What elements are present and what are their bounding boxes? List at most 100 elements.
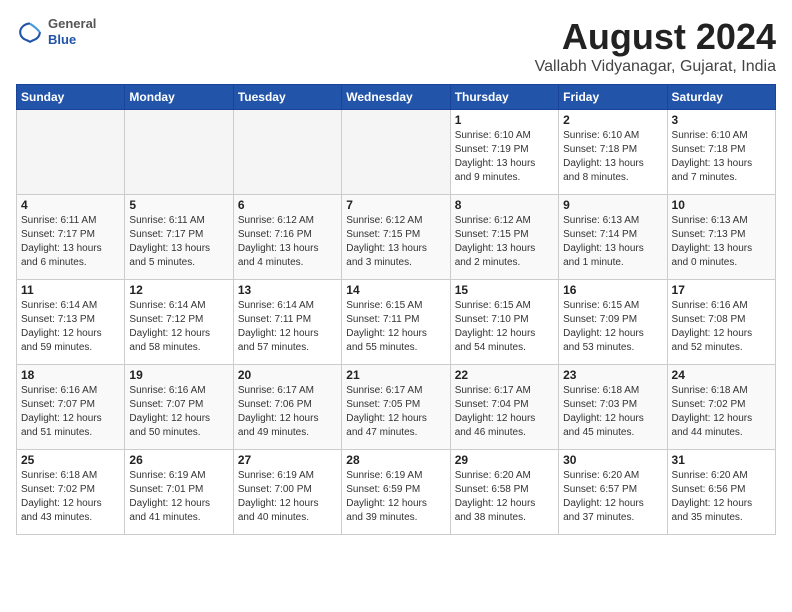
weekday-header-friday: Friday bbox=[559, 85, 667, 110]
day-info: Sunrise: 6:19 AM Sunset: 6:59 PM Dayligh… bbox=[346, 469, 445, 525]
day-info: Sunrise: 6:16 AM Sunset: 7:07 PM Dayligh… bbox=[129, 384, 228, 440]
calendar-cell: 15 Sunrise: 6:15 AM Sunset: 7:10 PM Dayli… bbox=[450, 280, 558, 365]
month-title: August 2024 bbox=[535, 16, 776, 58]
calendar-cell: 1 Sunrise: 6:10 AM Sunset: 7:19 PM Daylig… bbox=[450, 110, 558, 195]
day-number: 12 bbox=[129, 283, 228, 297]
day-number: 1 bbox=[455, 113, 554, 127]
weekday-header-saturday: Saturday bbox=[667, 85, 775, 110]
weekday-header-wednesday: Wednesday bbox=[342, 85, 450, 110]
day-info: Sunrise: 6:15 AM Sunset: 7:11 PM Dayligh… bbox=[346, 299, 445, 355]
calendar-cell: 12 Sunrise: 6:14 AM Sunset: 7:12 PM Dayli… bbox=[125, 280, 233, 365]
day-info: Sunrise: 6:15 AM Sunset: 7:10 PM Dayligh… bbox=[455, 299, 554, 355]
day-info: Sunrise: 6:16 AM Sunset: 7:07 PM Dayligh… bbox=[21, 384, 120, 440]
day-info: Sunrise: 6:18 AM Sunset: 7:03 PM Dayligh… bbox=[563, 384, 662, 440]
day-number: 29 bbox=[455, 453, 554, 467]
day-info: Sunrise: 6:11 AM Sunset: 7:17 PM Dayligh… bbox=[21, 214, 120, 270]
day-number: 30 bbox=[563, 453, 662, 467]
calendar-cell bbox=[125, 110, 233, 195]
day-number: 28 bbox=[346, 453, 445, 467]
logo-general-text: General bbox=[48, 16, 96, 32]
calendar-cell: 6 Sunrise: 6:12 AM Sunset: 7:16 PM Daylig… bbox=[233, 195, 341, 280]
day-number: 6 bbox=[238, 198, 337, 212]
calendar-cell bbox=[233, 110, 341, 195]
calendar-cell: 29 Sunrise: 6:20 AM Sunset: 6:58 PM Dayli… bbox=[450, 450, 558, 535]
calendar-cell bbox=[342, 110, 450, 195]
calendar-cell: 24 Sunrise: 6:18 AM Sunset: 7:02 PM Dayli… bbox=[667, 365, 775, 450]
day-info: Sunrise: 6:17 AM Sunset: 7:04 PM Dayligh… bbox=[455, 384, 554, 440]
calendar-cell: 31 Sunrise: 6:20 AM Sunset: 6:56 PM Dayli… bbox=[667, 450, 775, 535]
day-number: 15 bbox=[455, 283, 554, 297]
day-info: Sunrise: 6:10 AM Sunset: 7:18 PM Dayligh… bbox=[563, 129, 662, 185]
logo-icon bbox=[16, 18, 44, 46]
day-info: Sunrise: 6:15 AM Sunset: 7:09 PM Dayligh… bbox=[563, 299, 662, 355]
day-number: 14 bbox=[346, 283, 445, 297]
calendar-cell: 20Sunrise: 6:17 AM Sunset: 7:06 PM Dayli… bbox=[233, 365, 341, 450]
day-number: 27 bbox=[238, 453, 337, 467]
calendar-cell: 28 Sunrise: 6:19 AM Sunset: 6:59 PM Dayli… bbox=[342, 450, 450, 535]
weekday-header-row: SundayMondayTuesdayWednesdayThursdayFrid… bbox=[17, 85, 776, 110]
day-number: 7 bbox=[346, 198, 445, 212]
calendar-cell: 21Sunrise: 6:17 AM Sunset: 7:05 PM Dayli… bbox=[342, 365, 450, 450]
day-info: Sunrise: 6:19 AM Sunset: 7:00 PM Dayligh… bbox=[238, 469, 337, 525]
day-number: 31 bbox=[672, 453, 771, 467]
calendar-cell bbox=[17, 110, 125, 195]
week-row-1: 1 Sunrise: 6:10 AM Sunset: 7:19 PM Daylig… bbox=[17, 110, 776, 195]
title-area: August 2024 Vallabh Vidyanagar, Gujarat,… bbox=[535, 16, 776, 76]
day-info: Sunrise: 6:11 AM Sunset: 7:17 PM Dayligh… bbox=[129, 214, 228, 270]
calendar-cell: 3Sunrise: 6:10 AM Sunset: 7:18 PM Daylig… bbox=[667, 110, 775, 195]
calendar-cell: 11Sunrise: 6:14 AM Sunset: 7:13 PM Dayli… bbox=[17, 280, 125, 365]
day-info: Sunrise: 6:14 AM Sunset: 7:11 PM Dayligh… bbox=[238, 299, 337, 355]
day-info: Sunrise: 6:10 AM Sunset: 7:19 PM Dayligh… bbox=[455, 129, 554, 185]
day-info: Sunrise: 6:17 AM Sunset: 7:06 PM Dayligh… bbox=[238, 384, 337, 440]
day-info: Sunrise: 6:13 AM Sunset: 7:13 PM Dayligh… bbox=[672, 214, 771, 270]
day-number: 8 bbox=[455, 198, 554, 212]
calendar-cell: 17Sunrise: 6:16 AM Sunset: 7:08 PM Dayli… bbox=[667, 280, 775, 365]
calendar-cell: 13 Sunrise: 6:14 AM Sunset: 7:11 PM Dayli… bbox=[233, 280, 341, 365]
calendar-cell: 2Sunrise: 6:10 AM Sunset: 7:18 PM Daylig… bbox=[559, 110, 667, 195]
day-info: Sunrise: 6:12 AM Sunset: 7:15 PM Dayligh… bbox=[455, 214, 554, 270]
day-info: Sunrise: 6:14 AM Sunset: 7:12 PM Dayligh… bbox=[129, 299, 228, 355]
weekday-header-tuesday: Tuesday bbox=[233, 85, 341, 110]
weekday-header-monday: Monday bbox=[125, 85, 233, 110]
day-number: 18 bbox=[21, 368, 120, 382]
calendar-cell: 22 Sunrise: 6:17 AM Sunset: 7:04 PM Dayli… bbox=[450, 365, 558, 450]
day-info: Sunrise: 6:12 AM Sunset: 7:15 PM Dayligh… bbox=[346, 214, 445, 270]
page-header: General Blue August 2024 Vallabh Vidyana… bbox=[16, 16, 776, 76]
weekday-header-thursday: Thursday bbox=[450, 85, 558, 110]
day-number: 25 bbox=[21, 453, 120, 467]
calendar-cell: 5 Sunrise: 6:11 AM Sunset: 7:17 PM Daylig… bbox=[125, 195, 233, 280]
day-number: 5 bbox=[129, 198, 228, 212]
calendar-cell: 23 Sunrise: 6:18 AM Sunset: 7:03 PM Dayli… bbox=[559, 365, 667, 450]
day-number: 4 bbox=[21, 198, 120, 212]
day-number: 16 bbox=[563, 283, 662, 297]
day-number: 26 bbox=[129, 453, 228, 467]
day-info: Sunrise: 6:20 AM Sunset: 6:57 PM Dayligh… bbox=[563, 469, 662, 525]
day-number: 10 bbox=[672, 198, 771, 212]
calendar-cell: 9Sunrise: 6:13 AM Sunset: 7:14 PM Daylig… bbox=[559, 195, 667, 280]
calendar-cell: 30 Sunrise: 6:20 AM Sunset: 6:57 PM Dayli… bbox=[559, 450, 667, 535]
day-number: 19 bbox=[129, 368, 228, 382]
week-row-3: 11Sunrise: 6:14 AM Sunset: 7:13 PM Dayli… bbox=[17, 280, 776, 365]
day-info: Sunrise: 6:18 AM Sunset: 7:02 PM Dayligh… bbox=[21, 469, 120, 525]
day-info: Sunrise: 6:10 AM Sunset: 7:18 PM Dayligh… bbox=[672, 129, 771, 185]
day-info: Sunrise: 6:19 AM Sunset: 7:01 PM Dayligh… bbox=[129, 469, 228, 525]
day-info: Sunrise: 6:20 AM Sunset: 6:56 PM Dayligh… bbox=[672, 469, 771, 525]
day-info: Sunrise: 6:12 AM Sunset: 7:16 PM Dayligh… bbox=[238, 214, 337, 270]
calendar-cell: 25 Sunrise: 6:18 AM Sunset: 7:02 PM Dayli… bbox=[17, 450, 125, 535]
calendar-cell: 27 Sunrise: 6:19 AM Sunset: 7:00 PM Dayli… bbox=[233, 450, 341, 535]
day-info: Sunrise: 6:20 AM Sunset: 6:58 PM Dayligh… bbox=[455, 469, 554, 525]
day-number: 17 bbox=[672, 283, 771, 297]
day-number: 23 bbox=[563, 368, 662, 382]
day-number: 13 bbox=[238, 283, 337, 297]
day-number: 22 bbox=[455, 368, 554, 382]
day-number: 24 bbox=[672, 368, 771, 382]
day-info: Sunrise: 6:18 AM Sunset: 7:02 PM Dayligh… bbox=[672, 384, 771, 440]
calendar-table: SundayMondayTuesdayWednesdayThursdayFrid… bbox=[16, 84, 776, 535]
location-text: Vallabh Vidyanagar, Gujarat, India bbox=[535, 58, 776, 76]
calendar-cell: 14 Sunrise: 6:15 AM Sunset: 7:11 PM Dayli… bbox=[342, 280, 450, 365]
logo-text: General Blue bbox=[48, 16, 96, 47]
week-row-4: 18 Sunrise: 6:16 AM Sunset: 7:07 PM Dayli… bbox=[17, 365, 776, 450]
week-row-5: 25 Sunrise: 6:18 AM Sunset: 7:02 PM Dayli… bbox=[17, 450, 776, 535]
day-number: 21 bbox=[346, 368, 445, 382]
week-row-2: 4 Sunrise: 6:11 AM Sunset: 7:17 PM Daylig… bbox=[17, 195, 776, 280]
